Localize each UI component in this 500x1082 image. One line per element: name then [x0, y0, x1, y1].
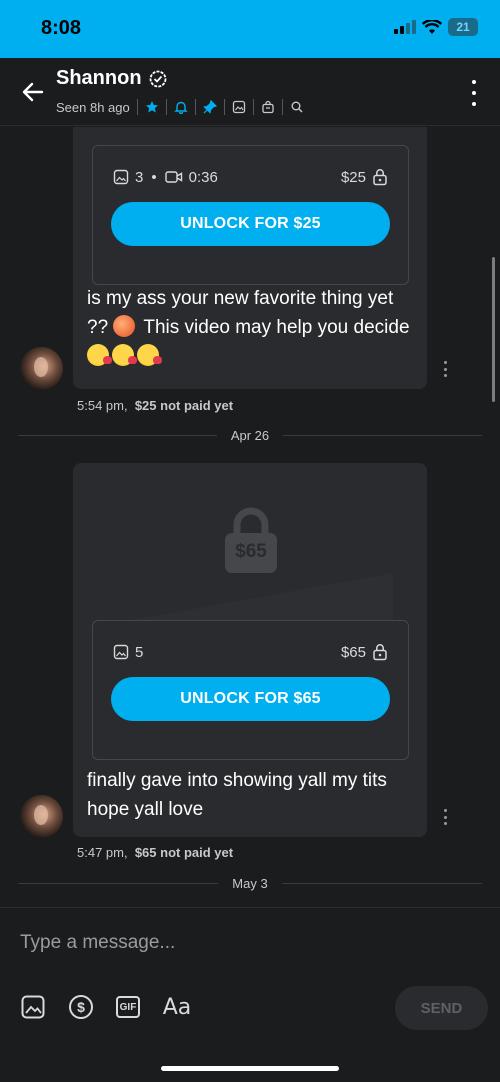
- kiss-emoji: [137, 344, 162, 366]
- message-meta: 5:54 pm, $25 not paid yet: [77, 398, 233, 413]
- message-line: finally gave into showing yall my tits: [87, 770, 387, 791]
- date-divider: May 3: [18, 873, 482, 893]
- verified-icon: [149, 70, 166, 87]
- payment-status: $65 not paid yet: [134, 845, 234, 860]
- chat-header: Shannon Seen 8h ago: [0, 58, 500, 126]
- locked-media-card: 5 $65 UNLOCK FOR $65: [92, 620, 409, 760]
- video-length: 0:36: [188, 168, 218, 186]
- emoji-line: [87, 342, 413, 371]
- media-price: $65: [340, 643, 366, 661]
- send-button[interactable]: SEND: [395, 986, 488, 1030]
- message-input[interactable]: Type a message...: [20, 932, 175, 954]
- seen-status: Seen 8h ago: [56, 99, 130, 115]
- header-subline: Seen 8h ago: [56, 99, 304, 115]
- locked-media-card: 3 • 0:36 $25 UNLOCK FOR $25: [92, 145, 409, 285]
- image-icon: [113, 644, 129, 660]
- contact-name[interactable]: Shannon: [56, 67, 142, 90]
- wifi-icon: [422, 19, 442, 34]
- pin-icon[interactable]: [203, 100, 217, 114]
- home-indicator: [161, 1066, 339, 1071]
- date-divider: Apr 26: [18, 425, 482, 445]
- message-more-icon[interactable]: [444, 809, 448, 825]
- lock-icon: [225, 507, 277, 573]
- date-label: May 3: [232, 875, 268, 891]
- message-meta: 5:47 pm, $65 not paid yet: [77, 845, 233, 860]
- message-text: is my ass your new favorite thing yet ??…: [87, 284, 413, 371]
- text-format-button[interactable]: Aa: [162, 994, 192, 1020]
- message-composer: Type a message... $ GIF Aa SEND: [0, 907, 500, 1082]
- battery-icon: 21: [448, 18, 478, 36]
- lock-price: $65: [235, 541, 267, 562]
- bag-icon[interactable]: [261, 100, 275, 114]
- message-bubble[interactable]: $65 5 $65 UNLOCK FOR $65 finally gave in…: [73, 463, 427, 837]
- gif-icon[interactable]: GIF: [116, 996, 140, 1018]
- star-icon[interactable]: [145, 100, 159, 114]
- status-bar: 8:08 21: [0, 0, 500, 58]
- media-count: 5: [135, 643, 144, 661]
- message-line: is my ass your new favorite thing yet: [87, 288, 394, 309]
- chat-thread[interactable]: 3 • 0:36 $25 UNLOCK FOR $25 is my ass yo…: [0, 127, 500, 907]
- video-icon: [164, 171, 182, 183]
- message-line: hope yall love: [87, 799, 204, 820]
- back-arrow-icon[interactable]: [20, 79, 46, 105]
- unlock-button[interactable]: UNLOCK FOR $65: [111, 677, 390, 721]
- kiss-emoji: [87, 344, 112, 366]
- unlock-button[interactable]: UNLOCK FOR $25: [111, 202, 390, 246]
- media-count: 3: [135, 168, 144, 186]
- signal-icon: [394, 20, 416, 34]
- date-label: Apr 26: [230, 427, 270, 443]
- message-time: 5:47 pm,: [77, 845, 128, 860]
- status-icons: 21: [394, 18, 478, 36]
- avatar[interactable]: [20, 347, 63, 390]
- payment-status: $25 not paid yet: [134, 398, 234, 413]
- more-options-icon[interactable]: [470, 80, 478, 106]
- separator-dot: •: [151, 168, 157, 186]
- message-text: finally gave into showing yall my tits h…: [87, 766, 413, 824]
- kiss-emoji: [112, 344, 137, 366]
- search-icon[interactable]: [290, 100, 304, 114]
- image-attach-icon[interactable]: [20, 994, 46, 1020]
- image-icon: [113, 169, 129, 185]
- contact-name-row[interactable]: Shannon: [56, 67, 168, 90]
- lock-icon: [373, 169, 387, 186]
- battery-level: 21: [456, 20, 470, 34]
- bell-icon[interactable]: [174, 100, 188, 114]
- peach-emoji: [113, 315, 136, 337]
- message-time: 5:54 pm,: [77, 398, 128, 413]
- composer-tools: $ GIF Aa: [20, 994, 192, 1020]
- image-icon[interactable]: [232, 100, 246, 114]
- avatar[interactable]: [20, 795, 63, 838]
- message-more-icon[interactable]: [444, 361, 448, 377]
- status-time: 8:08: [41, 17, 82, 39]
- lock-icon: [373, 644, 387, 661]
- svg-text:$: $: [77, 999, 85, 1015]
- media-price: $25: [340, 168, 366, 186]
- scrollbar[interactable]: [492, 257, 495, 402]
- message-bubble[interactable]: 3 • 0:36 $25 UNLOCK FOR $25 is my ass yo…: [73, 127, 427, 389]
- message-line: ?? This video may help you decide: [87, 315, 410, 338]
- dollar-tip-icon[interactable]: $: [68, 994, 94, 1020]
